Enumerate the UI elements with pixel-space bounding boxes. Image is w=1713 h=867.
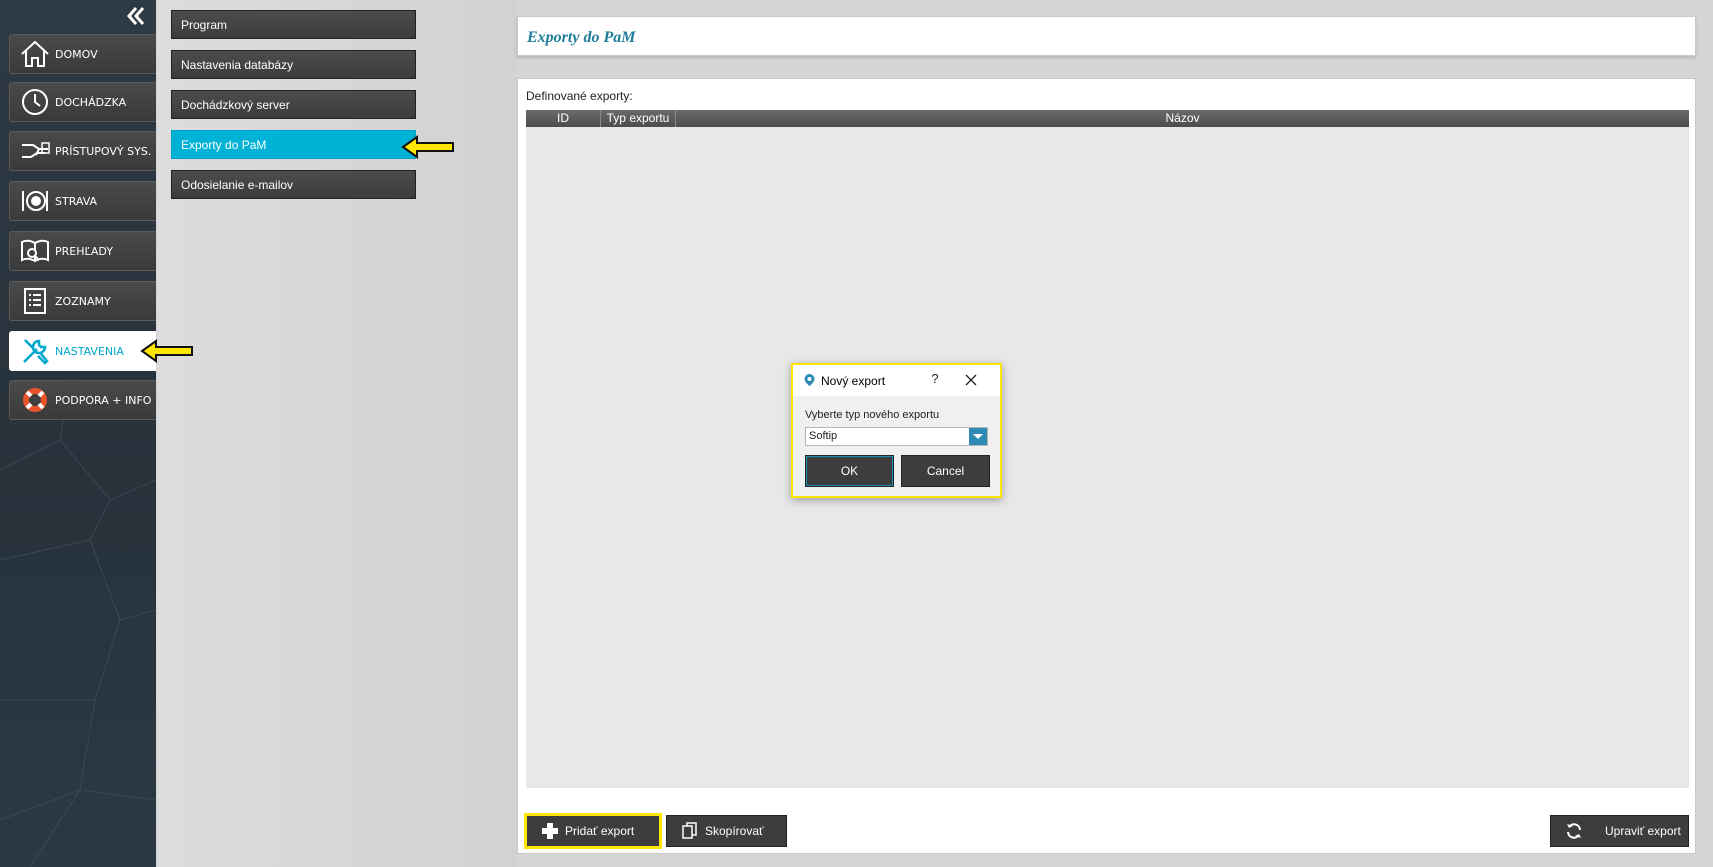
nav-label: DOMOV — [55, 47, 98, 61]
menu-item-dochadzkovy-server[interactable]: Dochádzkový server — [171, 90, 416, 119]
left-navigation: DOMOV DOCHÁDZKA PRÍSTUPOVÝ SYS. STRAVA P… — [0, 0, 156, 867]
dialog-title: Nový export — [821, 374, 886, 388]
new-export-dialog: Nový export ? Vyberte typ nového exportu… — [791, 363, 1002, 498]
plus-icon — [542, 823, 558, 839]
export-type-select[interactable]: Softip — [805, 427, 988, 446]
ok-button[interactable]: OK — [805, 455, 894, 487]
copy-icon — [682, 822, 697, 839]
column-header-id[interactable]: ID — [526, 110, 601, 127]
nav-item-pristupovy-sys[interactable]: PRÍSTUPOVÝ SYS. — [9, 131, 156, 171]
home-icon — [21, 40, 49, 67]
list-icon — [24, 288, 46, 314]
nav-item-podpora-info[interactable]: PODPORA + INFO — [9, 380, 156, 420]
annotation-arrow-nav — [140, 339, 193, 363]
clock-icon — [22, 89, 48, 115]
lifebuoy-icon — [23, 388, 47, 412]
column-header-typ-exportu[interactable]: Typ exportu — [601, 110, 676, 127]
main-panel: Exporty do PaM Definované exporty: ID Ty… — [517, 0, 1713, 867]
column-header-nazov[interactable]: Názov — [676, 110, 1689, 127]
add-export-label: Pridať export — [565, 824, 635, 838]
location-pin-icon — [804, 374, 815, 386]
add-export-button[interactable]: Pridať export — [524, 813, 662, 849]
page-header: Exporty do PaM — [517, 16, 1696, 56]
nav-label: ZOZNAMY — [55, 294, 111, 308]
nav-label: NASTAVENIA — [55, 344, 124, 358]
nav-item-domov[interactable]: DOMOV — [9, 34, 156, 74]
nav-item-zoznamy[interactable]: ZOZNAMY — [9, 281, 156, 321]
close-icon[interactable] — [963, 372, 979, 388]
menu-item-nastavenia-databazy[interactable]: Nastavenia databázy — [171, 50, 416, 79]
edit-export-button[interactable]: Upraviť export — [1550, 815, 1689, 847]
page-title: Exporty do PaM — [527, 29, 636, 46]
book-search-icon — [21, 239, 49, 263]
menu-item-odosielanie-e-mailov[interactable]: Odosielanie e-mailov — [171, 170, 416, 199]
exports-table[interactable]: ID Typ exportu Názov — [526, 110, 1689, 788]
nav-item-nastavenia[interactable]: NASTAVENIA — [9, 331, 156, 371]
section-label: Definované exporty: — [526, 89, 633, 103]
nav-label: PREHĽADY — [55, 244, 113, 258]
table-header: ID Typ exportu Názov — [526, 110, 1689, 127]
dropdown-arrow-icon[interactable] — [969, 428, 987, 445]
menu-item-program[interactable]: Program — [171, 10, 416, 39]
collapse-sidebar-icon[interactable] — [124, 5, 146, 27]
dialog-prompt: Vyberte typ nového exportu — [805, 409, 940, 421]
nav-item-prehlady[interactable]: PREHĽADY — [9, 231, 156, 271]
cancel-button[interactable]: Cancel — [901, 455, 990, 487]
help-button[interactable]: ? — [927, 371, 943, 389]
nav-item-strava[interactable]: STRAVA — [9, 181, 156, 221]
copy-button[interactable]: Skopírovať — [666, 815, 787, 847]
annotation-arrow-menu — [401, 135, 454, 159]
nav-label: STRAVA — [55, 194, 98, 208]
copy-label: Skopírovať — [705, 824, 764, 838]
nav-label: PODPORA + INFO — [55, 393, 152, 407]
refresh-icon — [1567, 823, 1581, 839]
dialog-title-bar: Nový export ? — [793, 365, 1000, 396]
nav-label: DOCHÁDZKA — [55, 95, 127, 109]
menu-item-exporty-do-pam[interactable]: Exporty do PaM — [171, 130, 416, 159]
export-type-value: Softip — [809, 430, 838, 442]
tools-icon — [23, 339, 49, 365]
access-card-icon — [22, 142, 50, 158]
plate-icon — [22, 191, 48, 211]
content-area: Definované exporty: ID Typ exportu Názov… — [517, 78, 1696, 854]
nav-label: PRÍSTUPOVÝ SYS. — [55, 144, 152, 158]
settings-menu: Program Nastavenia databázy Dochádzkový … — [157, 0, 517, 867]
edit-export-label: Upraviť export — [1605, 824, 1681, 838]
nav-item-dochadzka[interactable]: DOCHÁDZKA — [9, 82, 156, 122]
